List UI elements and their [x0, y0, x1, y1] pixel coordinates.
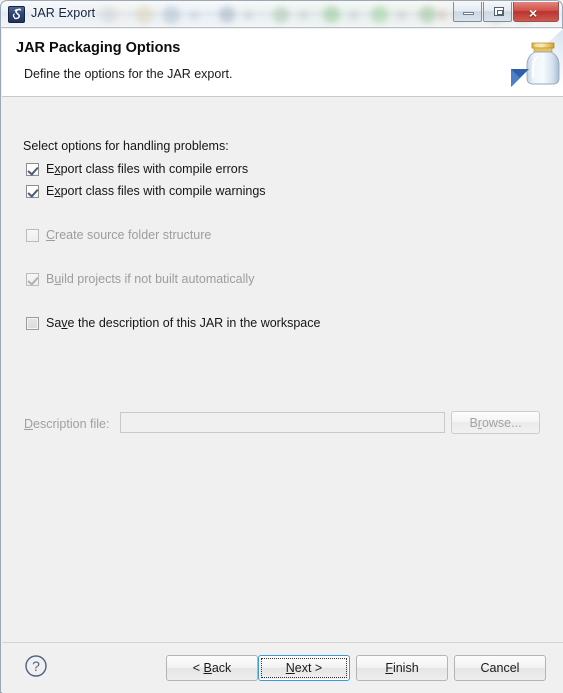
back-button[interactable]: < Back — [166, 655, 258, 681]
minimize-button[interactable] — [453, 2, 482, 22]
checkbox-export-compile-errors[interactable]: Export class files with compile errors — [26, 162, 248, 176]
checkbox-build-projects: Build projects if not built automaticall… — [26, 272, 254, 286]
eclipse-jar-icon — [8, 6, 25, 23]
checkbox-save-description[interactable]: Save the description of this JAR in the … — [26, 316, 320, 330]
browse-button[interactable]: Browse... — [451, 411, 540, 434]
close-icon: × — [529, 5, 538, 21]
description-file-label: Description file: — [24, 417, 110, 431]
checkbox-indicator[interactable] — [26, 316, 39, 330]
minimize-icon — [463, 12, 474, 15]
checkbox-indicator[interactable] — [26, 162, 39, 176]
section-label: Select options for handling problems: — [23, 139, 229, 153]
help-question-icon[interactable]: ? — [24, 654, 48, 678]
next-button[interactable]: Next > — [258, 655, 350, 681]
dialog-header: JAR Packaging Options Define the options… — [2, 29, 563, 97]
finish-button[interactable]: Finish — [356, 655, 448, 681]
dialog-content: Select options for handling problems: Ex… — [2, 97, 563, 642]
window-controls: × — [453, 2, 559, 22]
jar-export-dialog: JAR Export × JAR Packaging Options Defin… — [0, 0, 563, 693]
checkbox-label: Save the description of this JAR in the … — [46, 316, 321, 330]
checkbox-export-compile-warnings[interactable]: Export class files with compile warnings — [26, 184, 266, 198]
dialog-button-bar: ? < Back Next > Finish Cancel — [2, 642, 563, 693]
window-title: JAR Export — [31, 6, 96, 20]
cancel-button[interactable]: Cancel — [454, 655, 546, 681]
close-button[interactable]: × — [513, 2, 559, 22]
description-file-input[interactable] — [120, 412, 445, 433]
checkbox-label: Create source folder structure — [46, 228, 212, 242]
checkbox-label: Export class files with compile warnings — [46, 184, 266, 198]
svg-text:?: ? — [32, 658, 40, 674]
checkbox-indicator — [26, 272, 39, 286]
maximize-button[interactable] — [483, 2, 512, 22]
page-description: Define the options for the JAR export. — [24, 67, 233, 81]
checkbox-label: Export class files with compile errors — [46, 162, 249, 176]
checkbox-label: Build projects if not built automaticall… — [46, 272, 255, 286]
checkbox-indicator — [26, 228, 39, 242]
page-title: JAR Packaging Options — [16, 40, 181, 56]
maximize-icon — [494, 7, 504, 16]
checkbox-create-source-folder-structure: Create source folder structure — [26, 228, 211, 242]
dialog-frame: JAR Packaging Options Define the options… — [0, 27, 563, 693]
title-bar[interactable]: JAR Export × — [0, 0, 563, 28]
jar-banner-icon — [471, 29, 563, 96]
checkbox-indicator[interactable] — [26, 184, 39, 198]
